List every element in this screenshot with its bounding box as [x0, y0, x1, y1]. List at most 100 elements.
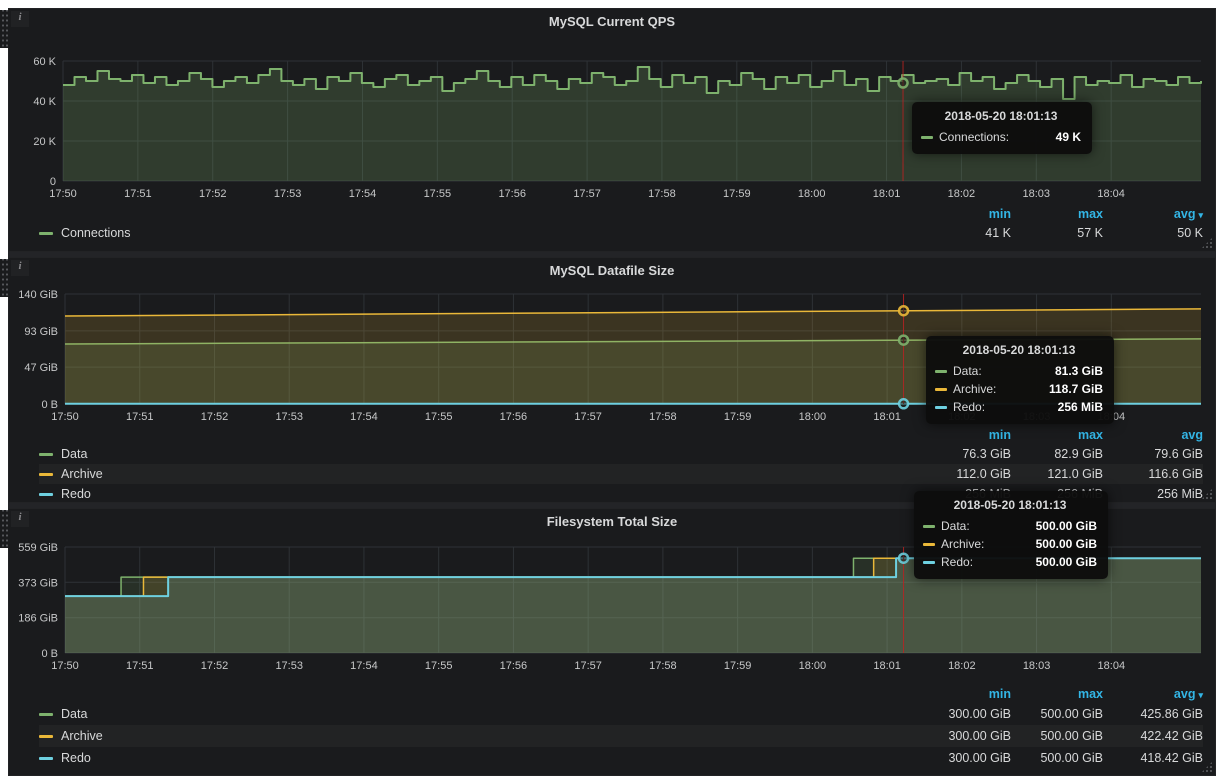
tooltip-row: Connections: 49 K [921, 128, 1081, 146]
info-icon[interactable]: i [11, 260, 29, 276]
series-color-dash-icon [39, 757, 53, 760]
x-axis-label: 18:04 [1097, 188, 1125, 200]
tooltip-timestamp: 2018-05-20 18:01:13 [921, 109, 1081, 128]
tooltip-series-label: Data: [941, 519, 984, 533]
legend-value-min: 112.0 GiB [919, 467, 1011, 481]
x-axis-label: 17:51 [126, 411, 154, 423]
legend-value-max: 500.00 GiB [1011, 729, 1103, 743]
x-axis-label: 17:54 [350, 411, 378, 423]
x-axis-label: 17:57 [574, 411, 602, 423]
legend-series-label: Archive [61, 729, 103, 743]
x-axis-label: 18:01 [873, 660, 901, 672]
legend-series-toggle-connections[interactable]: Connections [39, 226, 131, 240]
y-axis-label: 559 GiB [18, 542, 58, 554]
y-axis-label: 0 B [41, 648, 58, 660]
y-axis-label: 93 GiB [24, 326, 58, 338]
legend-value-min: 41 K [919, 226, 1011, 240]
x-axis-label: 17:52 [201, 411, 229, 423]
x-axis-label: 17:53 [275, 660, 303, 672]
y-axis-label: 20 K [33, 136, 56, 148]
info-icon[interactable]: i [11, 11, 29, 27]
x-axis-label: 18:02 [948, 660, 976, 672]
legend-sort-min[interactable]: min [919, 428, 1011, 442]
legend-value-avg: 418.42 GiB [1103, 751, 1203, 765]
tooltip-series-label: Archive: [941, 537, 998, 551]
tooltip-row: Archive:500.00 GiB [923, 535, 1097, 553]
x-axis-label: 18:01 [873, 188, 901, 200]
tooltip-series-value: 81.3 GiB [1055, 364, 1103, 378]
legend-value-min: 300.00 GiB [919, 751, 1011, 765]
legend-sort-max[interactable]: max [1011, 687, 1103, 701]
tooltip-series-value: 500.00 GiB [1036, 519, 1097, 533]
legend-value-max: 121.0 GiB [1011, 467, 1103, 481]
series-color-dash-icon [935, 388, 947, 391]
legend-series-toggle-redo[interactable]: Redo [39, 751, 91, 765]
chart-tooltip: 2018-05-20 18:01:13Data:81.3 GiBArchive:… [926, 336, 1114, 424]
y-axis-label: 47 GiB [24, 362, 58, 374]
panel-header: i MySQL Datafile Size [9, 258, 1215, 282]
panel-drag-handle-icon[interactable] [0, 259, 9, 297]
x-axis-label: 18:02 [948, 188, 976, 200]
legend-series-label: Connections [61, 226, 131, 240]
legend-sort-min[interactable]: min [919, 207, 1011, 221]
x-axis-label: 17:50 [49, 188, 77, 200]
legend-value-min: 300.00 GiB [919, 707, 1011, 721]
legend-sort-max[interactable]: max [1011, 428, 1103, 442]
legend-sort-max[interactable]: max [1011, 207, 1103, 221]
series-color-dash-icon [39, 232, 53, 235]
x-axis-label: 17:56 [498, 188, 526, 200]
legend-series-toggle-archive[interactable]: Archive [39, 467, 103, 481]
crosshair-marker-archive [899, 306, 908, 315]
x-axis-label: 17:50 [51, 411, 79, 423]
x-axis-label: 17:51 [124, 188, 152, 200]
x-axis-label: 17:58 [649, 660, 677, 672]
x-axis-label: 17:51 [126, 660, 154, 672]
y-axis-label: 186 GiB [18, 613, 58, 625]
x-axis-label: 17:52 [201, 660, 229, 672]
series-color-dash-icon [39, 453, 53, 456]
tooltip-series-value: 49 K [1056, 130, 1081, 144]
series-color-dash-icon [935, 406, 947, 409]
legend-row-redo: Redo300.00 GiB500.00 GiB418.42 GiB [39, 747, 1203, 769]
legend-value-min: 76.3 GiB [919, 447, 1011, 461]
sort-caret-icon: ▾ [1198, 690, 1203, 700]
panel-title[interactable]: Filesystem Total Size [547, 514, 678, 529]
legend-series-toggle-redo[interactable]: Redo [39, 487, 91, 501]
series-color-dash-icon [39, 493, 53, 496]
legend-series-toggle-archive[interactable]: Archive [39, 729, 103, 743]
qps-legend: minmaxavg▾Connections41 K57 K50 K [9, 205, 1215, 243]
tooltip-series-label: Connections: [939, 130, 1023, 144]
panel-drag-handle-icon[interactable] [0, 510, 9, 548]
legend-value-max: 82.9 GiB [1011, 447, 1103, 461]
legend-sort-avg[interactable]: avg▾ [1103, 687, 1203, 701]
legend-sort-avg[interactable]: avg▾ [1103, 207, 1203, 221]
series-color-dash-icon [923, 543, 935, 546]
series-color-dash-icon [923, 561, 935, 564]
legend-header-row: minmaxavg [39, 426, 1203, 444]
x-axis-label: 17:53 [275, 411, 303, 423]
legend-sort-avg[interactable]: avg [1103, 428, 1203, 442]
legend-value-min: 300.00 GiB [919, 729, 1011, 743]
panel-title[interactable]: MySQL Datafile Size [550, 263, 675, 278]
legend-sort-min[interactable]: min [919, 687, 1011, 701]
tooltip-series-label: Redo: [953, 400, 999, 414]
legend-row-data: Data76.3 GiB82.9 GiB79.6 GiB [39, 444, 1203, 464]
legend-value-avg: 50 K [1103, 226, 1203, 240]
x-axis-label: 17:53 [274, 188, 302, 200]
y-axis-label: 373 GiB [18, 577, 58, 589]
legend-series-toggle-data[interactable]: Data [39, 707, 87, 721]
x-axis-label: 17:54 [350, 660, 378, 672]
legend-series-toggle-data[interactable]: Data [39, 447, 87, 461]
info-icon[interactable]: i [11, 511, 29, 527]
panel-title[interactable]: MySQL Current QPS [549, 14, 675, 29]
panel-drag-handle-icon[interactable] [0, 10, 9, 48]
x-axis-label: 17:59 [723, 188, 751, 200]
filesystem-legend: minmaxavg▾Data300.00 GiB500.00 GiB425.86… [9, 685, 1215, 769]
legend-value-avg: 422.42 GiB [1103, 729, 1203, 743]
y-axis-label: 40 K [33, 96, 56, 108]
x-axis-label: 17:52 [199, 188, 227, 200]
tooltip-series-value: 256 MiB [1058, 400, 1103, 414]
tooltip-series-value: 118.7 GiB [1049, 382, 1103, 396]
x-axis-label: 17:57 [573, 188, 601, 200]
x-axis-label: 17:56 [500, 660, 528, 672]
